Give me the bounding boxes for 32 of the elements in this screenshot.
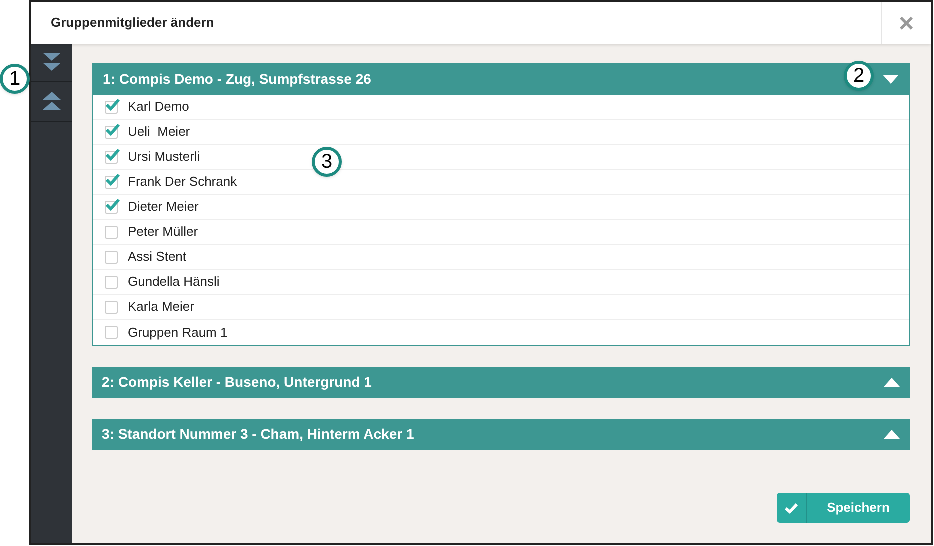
checkbox[interactable] xyxy=(105,276,118,288)
member-label: Karl Demo xyxy=(128,98,190,116)
member-label: Peter Müller xyxy=(128,223,198,242)
double-chevron-down-icon xyxy=(42,52,60,72)
checkbox[interactable] xyxy=(105,300,118,314)
caret-down-icon xyxy=(883,75,899,84)
member-label: Frank Der Schrank xyxy=(128,173,238,192)
group-header[interactable]: 2: Compis Keller - Buseno, Untergrund 1 xyxy=(92,367,910,398)
group-header[interactable]: 3: Standort Nummer 3 - Cham, Hinterm Acker 1 xyxy=(92,419,910,450)
checkbox[interactable] xyxy=(105,250,118,264)
member-label: Karla Meier xyxy=(128,298,194,316)
checkbox[interactable] xyxy=(105,100,118,114)
member-label: Gundella Hänsli xyxy=(128,273,220,292)
dialog-title: Gruppenmitglieder ändern xyxy=(51,14,216,32)
checkbox[interactable] xyxy=(105,126,118,138)
double-chevron-up-icon xyxy=(42,92,60,112)
member-label: Ursi Musterli xyxy=(128,148,200,166)
member-label: Ueli Meier xyxy=(128,123,190,142)
save-button[interactable]: Speichern xyxy=(777,493,910,523)
member-label: Assi Stent xyxy=(128,248,187,266)
checkbox[interactable] xyxy=(105,326,118,339)
member-label: Dieter Meier xyxy=(128,198,199,216)
check-icon xyxy=(785,502,798,514)
close-button[interactable]: × xyxy=(881,2,931,44)
member-label: Gruppen Raum 1 xyxy=(128,324,228,342)
caret-up-icon xyxy=(884,378,900,387)
checkbox[interactable] xyxy=(105,150,118,164)
caret-up-icon xyxy=(884,430,900,439)
checkbox[interactable] xyxy=(105,226,118,238)
checkbox[interactable] xyxy=(105,200,118,214)
checkbox[interactable] xyxy=(105,176,118,188)
callout-number: 1 xyxy=(0,64,30,94)
